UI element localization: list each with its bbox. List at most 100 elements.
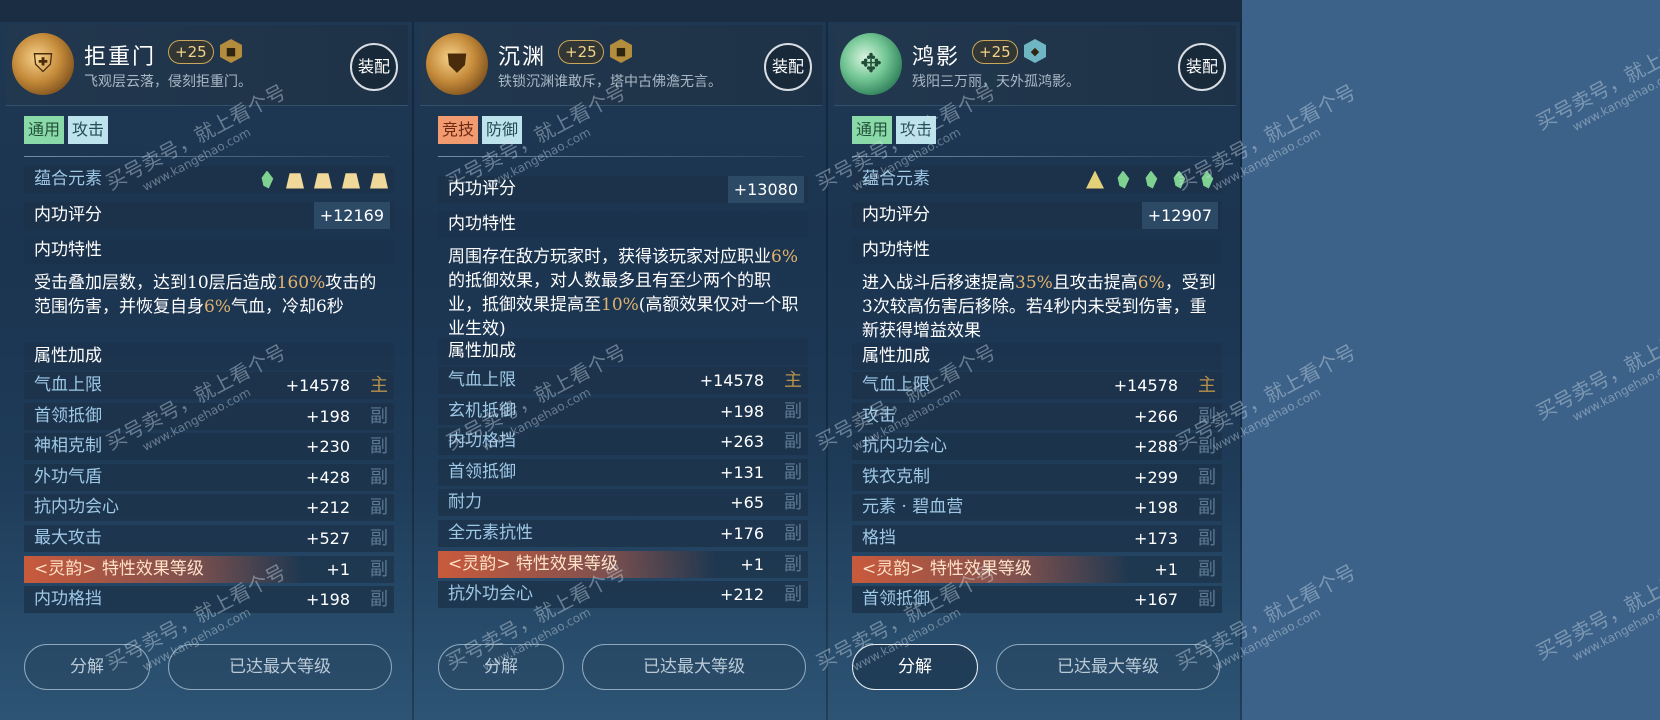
watermark-text: 买号卖号，就上看个号 [1531, 549, 1660, 665]
trait-heading: 内功特性 [438, 211, 808, 238]
max-level-button[interactable]: 已达最大等级 [582, 644, 806, 690]
divider [852, 156, 1218, 157]
level-badge: +25 [168, 40, 214, 64]
element-label: 蕴合元素 [862, 169, 930, 189]
trait-label: 内功特性 [34, 240, 102, 260]
watermark: 买号卖号，就上看个号 www.kangehao.com [1530, 546, 1660, 678]
trait-effect-text: 受击叠加层数，达到10层后造成160%攻击的范围伤害，并恢复自身6%气血，冷却6… [34, 271, 390, 319]
attribute-name: 抗内功会心 [862, 436, 947, 457]
attribute-name: 耐力 [448, 492, 482, 513]
item-description: 残阳三万丽，天外孤鸿影。 [912, 74, 1080, 90]
secondary-tag: 副 [1198, 405, 1216, 427]
score-row: 内功评分 +13080 [438, 176, 808, 203]
watermark: 买号卖号，就上看个号 www.kangehao.com [1530, 306, 1660, 438]
attribute-value: +131 [720, 462, 764, 482]
max-level-button[interactable]: 已达最大等级 [996, 644, 1220, 690]
attribute-name: 格挡 [862, 528, 896, 548]
effect-highlight: 6% [204, 297, 231, 317]
watermark-url: www.kangehao.com [1570, 355, 1660, 424]
score-label: 内功评分 [448, 179, 516, 199]
attribute-value: +288 [1134, 437, 1178, 457]
equip-button[interactable]: 装配 [1178, 43, 1226, 91]
attribute-value: +198 [1134, 498, 1178, 518]
tag-defense: 防御 [482, 116, 523, 144]
skill-card: ✥ 鸿影 +25 ◆ 残阳三万丽，天外孤鸿影。 装配 通用 攻击 蕴合元素 内功评分 +12907 内… [828, 0, 1242, 720]
attribute-value: +230 [306, 437, 350, 457]
attribute-name: 内功格挡 [448, 431, 516, 452]
equip-button[interactable]: 装配 [764, 43, 812, 91]
lock-icon[interactable]: ■ [610, 39, 632, 63]
skill-card: ⛊ 沉渊 +25 ■ 铁锁沉渊谁敢斥，塔中古佛澹无言。 装配 竞技 防御 内功评分 +13080 内… [414, 0, 828, 720]
attribute-value: +299 [1134, 467, 1178, 487]
attribute-row: 攻击 +266 副 [852, 402, 1222, 430]
primary-tag: 主 [784, 370, 802, 391]
effect-segment: 且攻击提高 [1052, 273, 1138, 293]
secondary-tag: 副 [370, 497, 388, 519]
item-name: 鸿影 [912, 45, 961, 70]
divider [24, 156, 390, 157]
watermark-url: www.kangehao.com [1570, 65, 1660, 134]
attribute-name: <灵韵> 特性效果等级 [862, 558, 1032, 579]
attribute-row: 首领抵御 +198 副 [24, 402, 394, 430]
wind-gem-icon [1173, 170, 1186, 189]
attribute-name: 攻击 [862, 405, 896, 426]
score-row: 内功评分 +12169 [24, 202, 394, 229]
element-label: 蕴合元素 [34, 169, 102, 189]
attribute-value: +212 [720, 585, 764, 605]
equip-button[interactable]: 装配 [350, 43, 398, 91]
attribute-name: 气血上限 [448, 370, 516, 390]
attribute-row: 最大攻击 +527 副 [24, 525, 394, 552]
trait-effect-text: 进入战斗后移速提高35%且攻击提高6%，受到3次较高伤害后移除。若4秒内未受到伤… [862, 271, 1218, 343]
attribute-value: +14578 [285, 376, 350, 395]
earth-gem-icon [314, 173, 332, 189]
attribute-heading: 属性加成 [852, 343, 1222, 370]
secondary-tag: 副 [1198, 436, 1216, 458]
watermark: 买号卖号，就上看个号 www.kangehao.com [1530, 16, 1660, 148]
attribute-name: 玄机抵御 [448, 400, 516, 421]
tag-pvp: 竞技 [438, 116, 479, 144]
lock-icon[interactable]: ◆ [1024, 39, 1046, 63]
primary-tag: 主 [370, 375, 388, 396]
attribute-value: +198 [306, 590, 350, 610]
effect-highlight: 6% [1137, 273, 1165, 293]
wind-gem-icon [261, 170, 274, 189]
primary-tag: 主 [1198, 375, 1216, 396]
effect-segment: 周围存在敌方玩家时，获得该玩家对应职业 [448, 247, 771, 267]
max-level-button[interactable]: 已达最大等级 [168, 644, 392, 690]
attribute-value: +212 [306, 498, 350, 518]
item-description: 铁锁沉渊谁敢斥，塔中古佛澹无言。 [498, 74, 722, 90]
secondary-tag: 副 [370, 558, 388, 580]
trait-heading: 内功特性 [852, 237, 1222, 264]
item-name: 沉渊 [498, 45, 547, 70]
trait-label: 内功特性 [448, 214, 516, 234]
card-top-bar [828, 0, 1242, 22]
decompose-button[interactable]: 分解 [852, 644, 978, 690]
attribute-value: +1 [326, 559, 350, 579]
attribute-name: 首领抵御 [34, 405, 102, 426]
wind-gem-icon [1117, 170, 1130, 189]
secondary-tag: 副 [784, 431, 802, 453]
lock-icon[interactable]: ■ [220, 39, 242, 63]
effect-segment: 气血，冷却6秒 [230, 297, 344, 317]
decompose-button[interactable]: 分解 [438, 644, 564, 690]
secondary-tag: 副 [370, 589, 388, 611]
level-badge: +25 [972, 40, 1018, 64]
attribute-value: +266 [1134, 406, 1178, 426]
secondary-tag: 副 [370, 436, 388, 458]
divider [438, 156, 804, 157]
element-row: 蕴合元素 [852, 166, 1222, 193]
wind-gem-icon [1201, 170, 1214, 189]
attribute-value: +263 [720, 432, 764, 452]
tag-general: 通用 [852, 116, 893, 144]
decompose-button[interactable]: 分解 [24, 644, 150, 690]
secondary-tag: 副 [784, 400, 802, 422]
attribute-name: 元素 · 碧血营 [862, 497, 964, 518]
secondary-tag: 副 [784, 553, 802, 575]
secondary-tag: 副 [1198, 497, 1216, 519]
score-row: 内功评分 +12907 [852, 202, 1222, 229]
attribute-row: 元素 · 碧血营 +198 副 [852, 494, 1222, 522]
attribute-value: +65 [730, 493, 764, 513]
attribute-row: 首领抵御 +131 副 [438, 458, 808, 486]
attribute-name: 神相克制 [34, 436, 102, 457]
thunder-gem-icon [1086, 170, 1104, 189]
